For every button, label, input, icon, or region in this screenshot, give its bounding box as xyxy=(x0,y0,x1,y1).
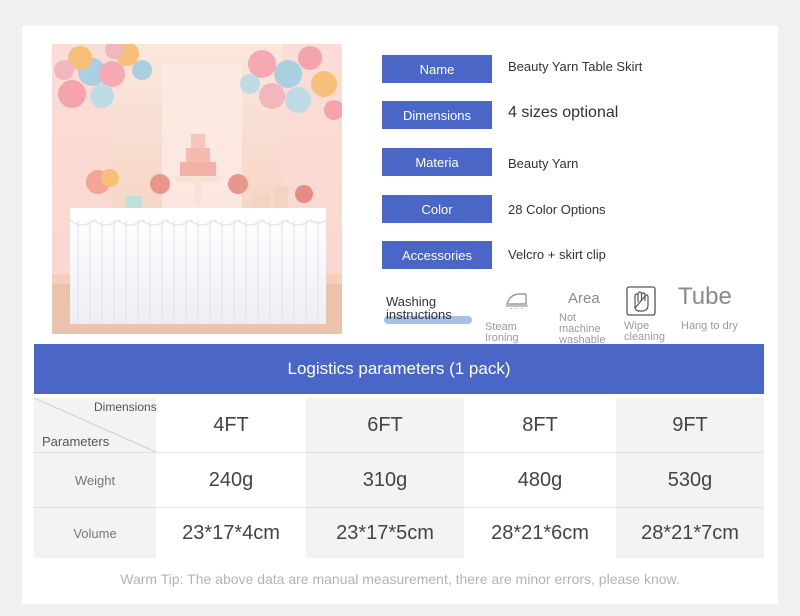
corner-dimensions-label: Dimensions xyxy=(94,400,157,414)
spec-label-dimensions: Dimensions xyxy=(382,101,492,129)
care-tube-heading: Tube xyxy=(678,283,732,310)
care-steam-ironing: Steam Ironing xyxy=(485,322,519,344)
spec-label-material: Materia xyxy=(382,148,492,176)
row-label-volume: Volume xyxy=(34,508,156,558)
spec-label-accessories: Accessories xyxy=(382,241,492,269)
warm-tip: Warm Tip: The above data are manual meas… xyxy=(120,571,680,587)
spec-value-material: Beauty Yarn xyxy=(508,156,579,171)
spec-value-dimensions: 4 sizes optional xyxy=(508,104,619,121)
table-cell: 28*21*6cm xyxy=(491,521,589,544)
hand-wipe-icon xyxy=(626,286,656,321)
care-steam-line2: Ironing xyxy=(485,332,519,344)
table-cell: 23*17*4cm xyxy=(182,521,280,544)
table-cell: 480g xyxy=(517,468,563,491)
size-header-4ft: 4FT xyxy=(213,413,249,436)
corner-parameters-label: Parameters xyxy=(42,434,110,449)
size-header-6ft: 6FT xyxy=(306,398,464,452)
product-photo xyxy=(52,44,342,334)
logistics-banner: Logistics parameters (1 pack) xyxy=(34,344,764,394)
table-row: Volume 23*17*4cm 23*17*5cm 28*21*6cm 28*… xyxy=(34,507,764,558)
spec-value-name: Beauty Yarn Table Skirt xyxy=(508,59,643,74)
care-not-machine-washable: Not machine washable xyxy=(559,313,605,346)
table-cell: 530g xyxy=(616,453,764,507)
table-header-row: Dimensions Parameters 4FT 6FT 8FT 9FT xyxy=(34,398,764,452)
care-wipe-cleaning: Wipe cleaning xyxy=(624,321,665,343)
table-corner-cell: Dimensions Parameters xyxy=(34,398,157,452)
spec-value-color: 28 Color Options xyxy=(508,202,606,217)
row-label-weight: Weight xyxy=(34,453,156,507)
spec-value-accessories: Velcro + skirt clip xyxy=(508,247,606,262)
spec-label-color: Color xyxy=(382,195,492,223)
washing-instructions-title: Washing instructions xyxy=(384,295,472,324)
size-header-9ft: 9FT xyxy=(616,398,764,452)
iron-icon xyxy=(504,290,530,315)
care-title-line2: instructions xyxy=(386,307,452,322)
table-cell: 28*21*7cm xyxy=(616,508,764,558)
table-row: Weight 240g 310g 480g 530g xyxy=(34,452,764,507)
table-cell: 240g xyxy=(208,468,254,491)
spec-label-name: Name xyxy=(382,55,492,83)
table-cell: 310g xyxy=(306,453,464,507)
size-header-8ft: 8FT xyxy=(522,413,558,436)
care-hang-to-dry: Hang to dry xyxy=(681,320,738,332)
table-cell: 23*17*5cm xyxy=(306,508,464,558)
care-wipe-line2: cleaning xyxy=(624,331,665,343)
logistics-table: Dimensions Parameters 4FT 6FT 8FT 9FT We… xyxy=(34,398,764,558)
care-area-heading: Area xyxy=(568,290,600,307)
